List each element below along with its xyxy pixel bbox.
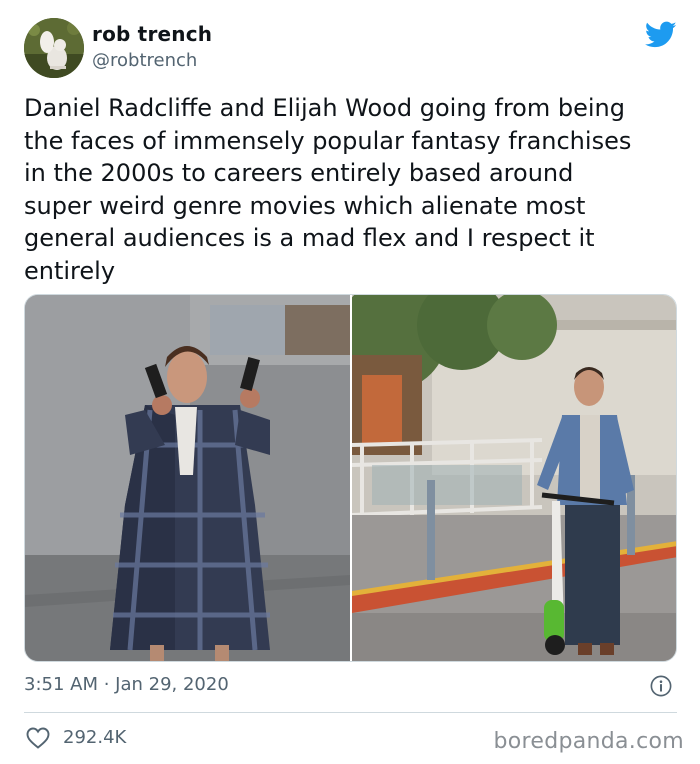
photo-man-on-scooter[interactable] <box>352 295 677 662</box>
divider <box>24 712 677 713</box>
tweet-media[interactable] <box>24 294 677 662</box>
photo-man-in-plaid-robe[interactable] <box>25 295 350 662</box>
tweet-text: Daniel Radcliffe and Elijah Wood going f… <box>24 94 632 285</box>
info-icon[interactable] <box>650 675 672 697</box>
avatar[interactable] <box>24 18 84 78</box>
tweet-timestamp[interactable]: 3:51 AM · Jan 29, 2020 <box>24 674 229 695</box>
author-handle[interactable]: @robtrench <box>92 50 197 71</box>
author-display-name[interactable]: rob trench <box>92 22 212 46</box>
like-count[interactable]: 292.4K <box>63 727 126 748</box>
twitter-bird-icon[interactable] <box>645 21 677 49</box>
tweet-card: rob trench @robtrench Daniel Radcliffe a… <box>0 0 700 764</box>
heart-icon[interactable] <box>26 727 50 749</box>
watermark: boredpanda.com <box>493 729 684 754</box>
